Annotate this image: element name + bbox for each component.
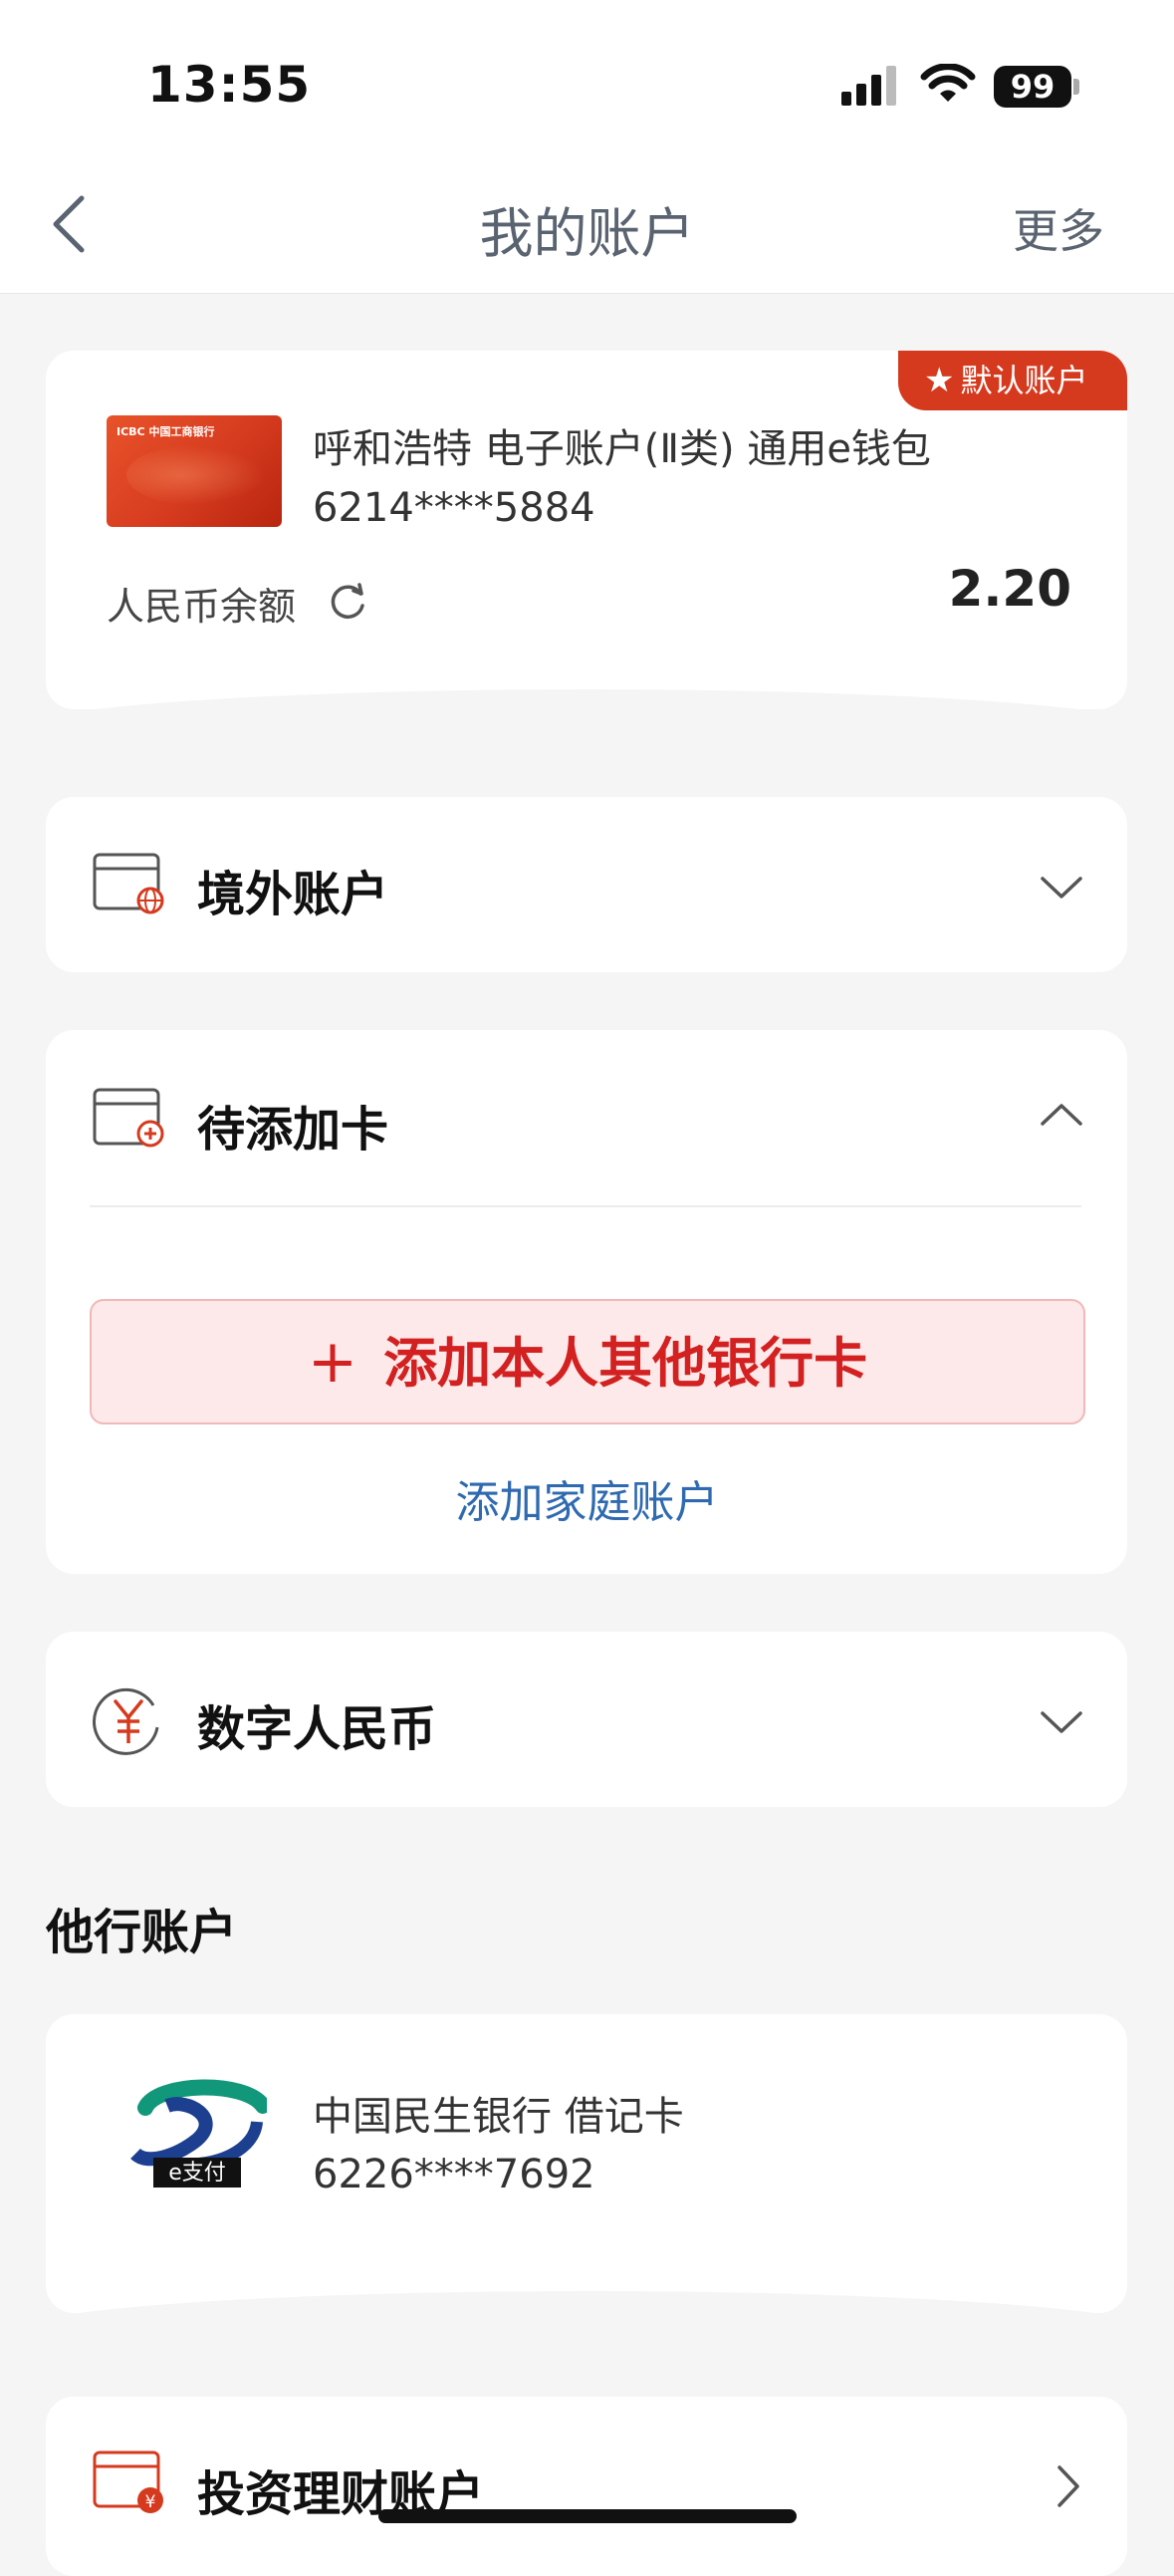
cellular-signal-icon: [841, 66, 896, 106]
default-badge-label: 默认账户: [960, 362, 1088, 399]
other-bank-accounts-title: 他行账户: [46, 1905, 238, 1960]
investment-card-icon: ¥: [93, 2450, 163, 2513]
home-indicator[interactable]: [378, 2509, 797, 2523]
account-number: 6214****5884: [313, 485, 595, 531]
overseas-accounts-label: 境外账户: [197, 867, 389, 922]
icbc-logo: ICBC 中国工商银行: [117, 425, 215, 438]
balance-amount: 2.20: [948, 560, 1071, 618]
cmbc-logo-icon: e支付: [130, 2079, 267, 2188]
add-card-label: 添加本人其他银行卡: [383, 1332, 868, 1395]
other-account-number: 6226****7692: [313, 2152, 595, 2197]
more-button[interactable]: 更多: [1013, 195, 1104, 261]
other-account-name: 中国民生银行 借记卡: [313, 2094, 684, 2140]
balance-label: 人民币余额: [107, 585, 297, 629]
bank-card-thumbnail: ICBC 中国工商银行: [107, 415, 282, 527]
default-account-badge: ★ 默认账户: [898, 351, 1127, 410]
add-card-icon: [93, 1088, 164, 1148]
plus-icon: +: [307, 1327, 358, 1397]
add-other-bank-card-button[interactable]: + 添加本人其他银行卡: [90, 1299, 1085, 1424]
battery-tip: [1073, 79, 1079, 95]
e-pay-label: e支付: [168, 2161, 226, 2186]
chevron-up-icon[interactable]: [1040, 1100, 1083, 1128]
add-family-account-link[interactable]: 添加家庭账户: [0, 1466, 1174, 1530]
star-icon: ★: [924, 361, 955, 400]
refresh-icon[interactable]: [329, 582, 368, 622]
status-time: 13:55: [147, 56, 312, 114]
digital-rmb-label: 数字人民币: [197, 1701, 437, 1757]
account-name: 呼和浩特 电子账户(Ⅱ类) 通用e钱包: [313, 426, 931, 472]
card-map-graphic: [126, 445, 266, 505]
wifi-icon: [920, 64, 976, 102]
svg-text:¥: ¥: [145, 2492, 156, 2512]
chevron-right-icon[interactable]: [1056, 2464, 1083, 2508]
pending-cards-label: 待添加卡: [197, 1102, 389, 1158]
page-title: 我的账户: [479, 202, 695, 265]
chevron-down-icon[interactable]: [1040, 1709, 1083, 1737]
battery-icon: 99: [994, 66, 1071, 108]
digital-rmb-icon: [93, 1687, 159, 1755]
divider: [90, 1205, 1081, 1207]
chevron-down-icon[interactable]: [1040, 875, 1083, 902]
globe-card-icon: [93, 853, 164, 914]
